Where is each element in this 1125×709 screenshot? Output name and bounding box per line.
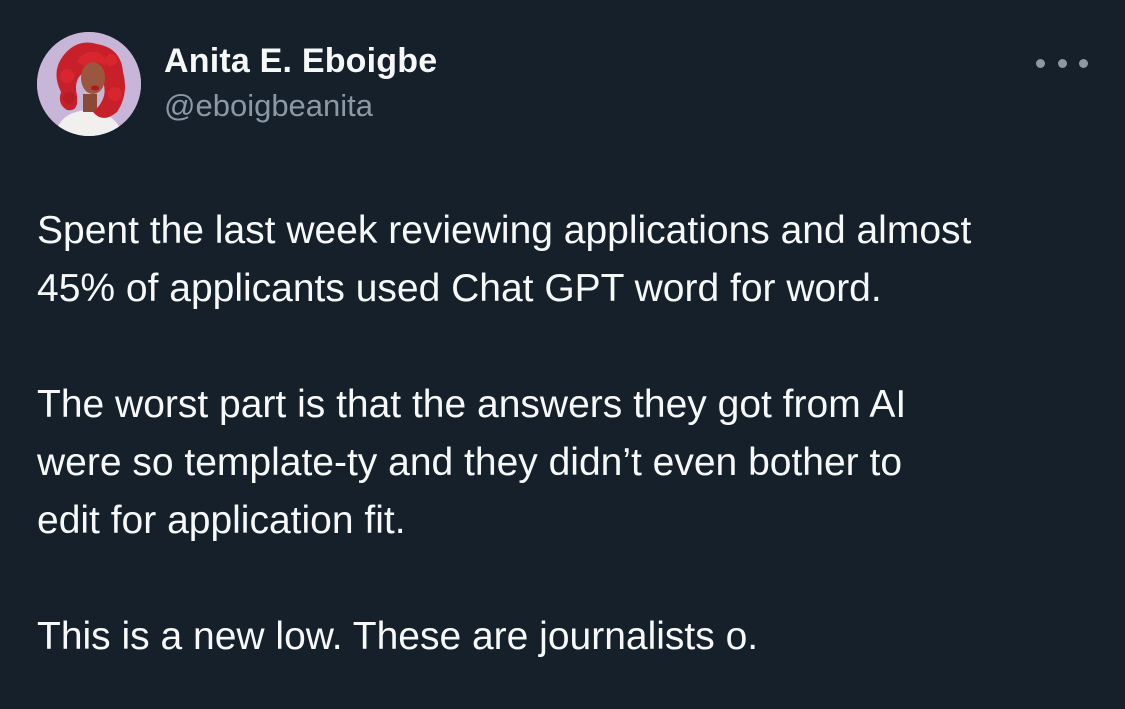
author-name[interactable]: Anita E. Eboigbe <box>164 42 437 81</box>
more-options-icon-dot <box>1079 58 1088 68</box>
author-handle[interactable]: @eboigbeanita <box>164 88 373 124</box>
more-options-button[interactable] <box>1036 52 1088 74</box>
tweet-line: 45% of applicants used Chat GPT word for… <box>37 267 882 310</box>
author-avatar[interactable] <box>37 32 141 136</box>
tweet-line: edit for application fit. <box>37 499 406 542</box>
tweet-line: were so template-ty and they didn’t even… <box>37 441 903 484</box>
tweet-paragraph: This is a new low. These are journalists… <box>37 608 1097 666</box>
tweet-line: Spent the last week reviewing applicatio… <box>37 209 972 252</box>
tweet-card: Anita E. Eboigbe @eboigbeanita Spent the… <box>0 0 1125 709</box>
tweet-paragraph: The worst part is that the answers they … <box>37 376 1097 550</box>
more-options-icon-dot <box>1057 58 1067 68</box>
avatar-illustration-icon <box>37 32 141 136</box>
tweet-line: This is a new low. These are journalists… <box>37 615 759 658</box>
tweet-paragraph: Spent the last week reviewing applicatio… <box>37 202 1097 318</box>
more-options-icon <box>1036 58 1045 68</box>
tweet-line: The worst part is that the answers they … <box>37 383 907 426</box>
tweet-text: Spent the last week reviewing applicatio… <box>37 202 1097 666</box>
